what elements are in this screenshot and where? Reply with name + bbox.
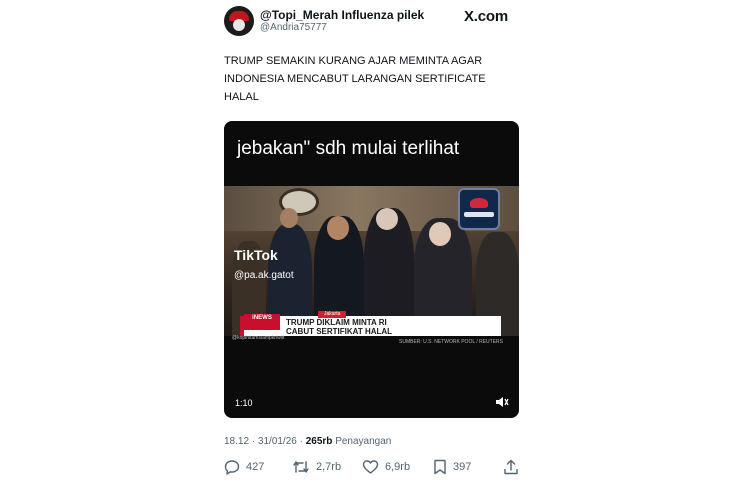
bookmark-icon: [434, 459, 446, 475]
bookmark-button[interactable]: 397: [433, 458, 471, 476]
like-button[interactable]: 6,9rb: [362, 458, 410, 476]
avatar-face: [233, 19, 245, 31]
scene-head: [280, 208, 298, 228]
tweet-text-line: HALAL: [224, 91, 259, 103]
share-button[interactable]: [503, 458, 519, 476]
share-icon: [504, 459, 518, 475]
author-display-name[interactable]: @Topi_Merah Influenza pilek: [260, 8, 424, 22]
author-handle[interactable]: @Andria75777: [260, 22, 327, 33]
repost-button[interactable]: 2,7rb: [292, 458, 341, 476]
view-count: 265rb: [305, 436, 333, 447]
reply-button[interactable]: 427: [224, 458, 264, 476]
news-headline-line: TRUMP DIKLAIM MINTA RI: [286, 318, 387, 327]
video-caption: jebakan" sdh mulai terlihat: [237, 138, 460, 159]
video-duration: 1:10: [235, 398, 253, 408]
scene-head: [327, 216, 349, 240]
like-count: 6,9rb: [385, 461, 411, 473]
reply-count: 427: [246, 461, 265, 473]
news-headline-line: CABUT SERTIFIKAT HALAL: [286, 327, 393, 336]
avatar[interactable]: [224, 6, 254, 36]
heart-icon: [362, 460, 379, 474]
channel-logo-bird: [470, 198, 488, 208]
repost-count: 2,7rb: [316, 461, 342, 473]
tweet-text: TRUMP SEMAKIN KURANG AJAR MEMINTA AGAR I…: [224, 52, 524, 106]
news-brand-logo: iNEWS: [244, 314, 280, 330]
tweet-text-line: TRUMP SEMAKIN KURANG AJAR MEMINTA AGAR: [224, 55, 483, 67]
repost-icon: [293, 461, 309, 473]
speaker-icon[interactable]: [495, 396, 509, 408]
tweet-timestamp[interactable]: 18.12 · 31/01/26 ·: [224, 436, 306, 447]
tweet-meta: 18.12 · 31/01/26 · 265rb Penayangan: [224, 436, 391, 447]
tiktok-username: @pa.ak.gatot: [234, 270, 294, 281]
scene-head: [376, 208, 398, 230]
bookmark-count: 397: [453, 461, 472, 473]
tweet-text-line: INDONESIA MENCABUT LARANGAN SERTIFICATE: [224, 73, 486, 85]
view-count-label: Penayangan: [332, 436, 392, 447]
source-credit: SUMBER: U.S. NETWORK POOL / REUTERS: [399, 339, 503, 345]
channel-logo-text: [464, 212, 494, 217]
tiktok-username-secondary: @kopihitamsiampkriwiit: [232, 335, 285, 341]
news-location-tag: Jakarta: [318, 311, 347, 318]
scene-head: [429, 222, 451, 246]
reply-icon: [224, 460, 240, 475]
channel-logo: [458, 188, 500, 230]
news-headline: TRUMP DIKLAIM MINTA RI CABUT SERTIFIKAT …: [286, 318, 392, 336]
video-player[interactable]: jebakan" sdh mulai terlihat TikTok @pa.a…: [224, 121, 519, 418]
x-logo: X.com: [464, 8, 509, 25]
tiktok-logo: TikTok: [234, 247, 278, 263]
